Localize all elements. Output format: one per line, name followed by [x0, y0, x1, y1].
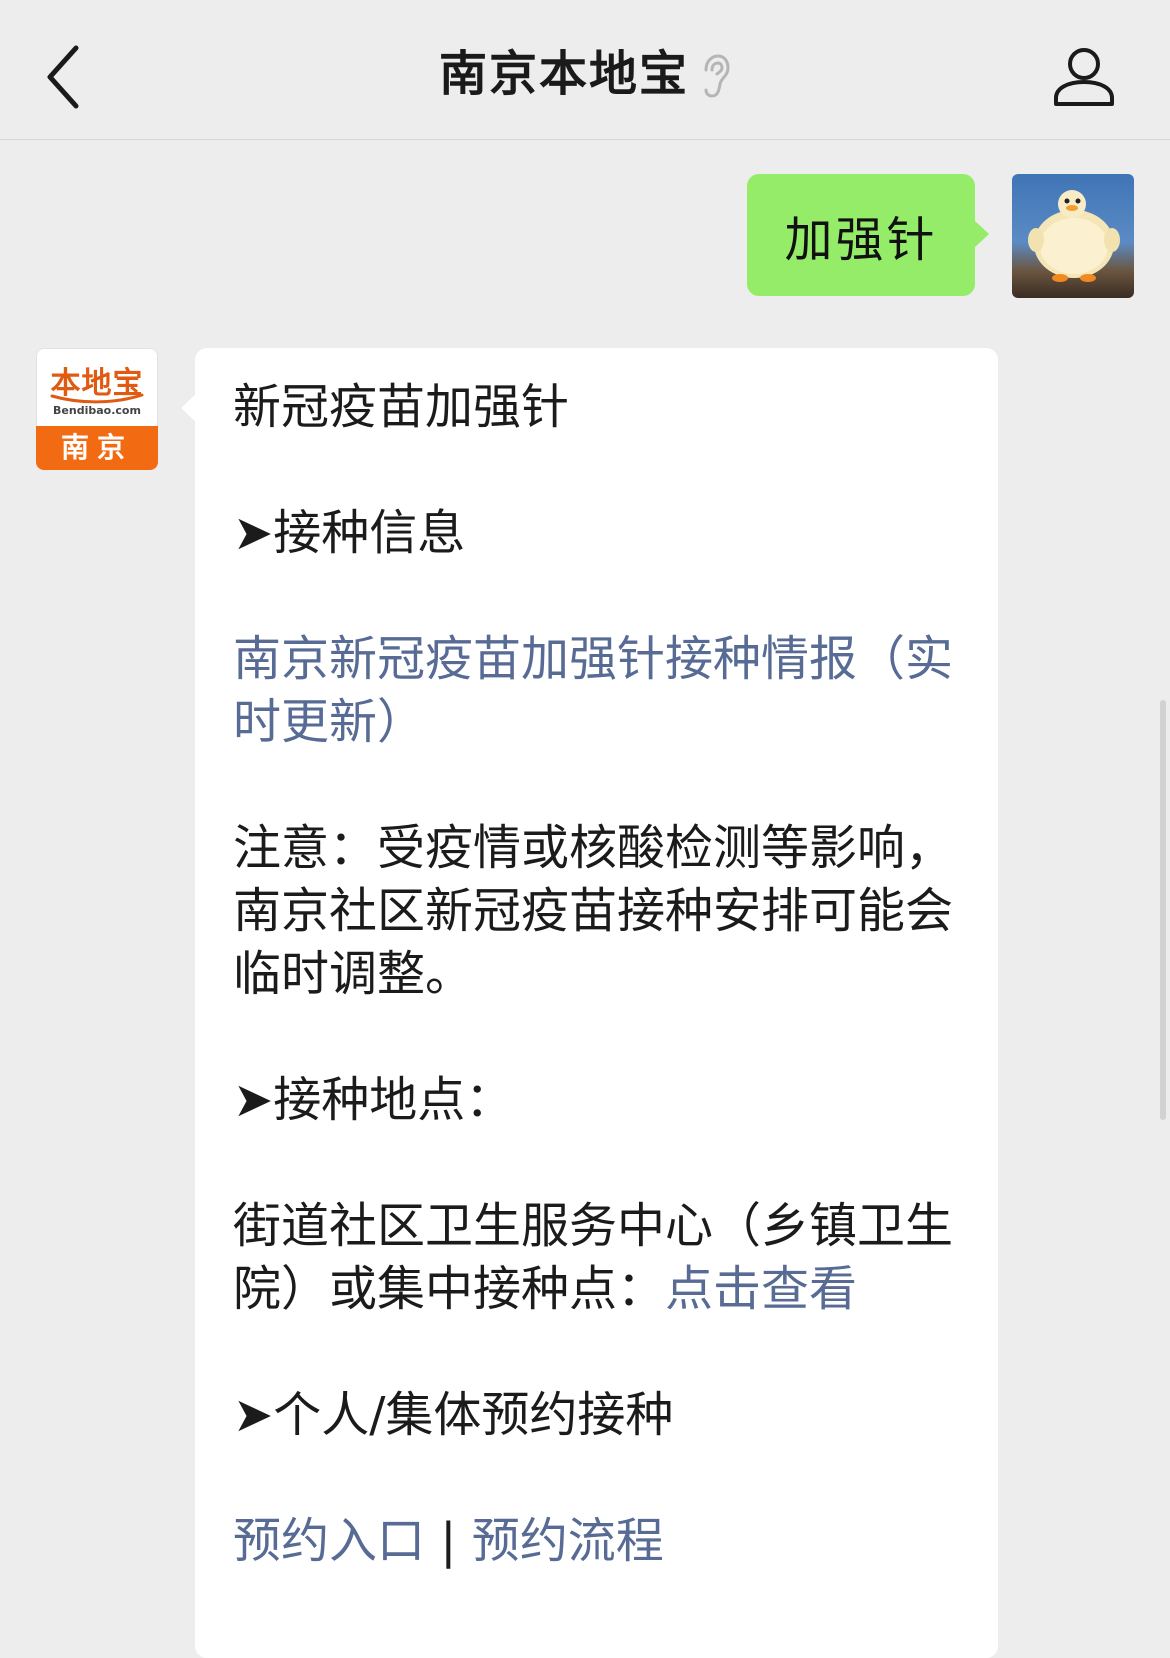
- bot-avatar-url: Bendibao.com: [53, 404, 141, 417]
- logo-swoosh-icon: [50, 393, 144, 404]
- appointment-entry-link[interactable]: 预约入口: [233, 1513, 425, 1569]
- view-location-link[interactable]: 点击查看: [665, 1261, 857, 1317]
- section-appointment: ➤个人/集体预约接种: [233, 1387, 674, 1443]
- section-location: ➤接种地点：: [233, 1072, 514, 1128]
- realtime-update-link[interactable]: 南京新冠疫苗加强针接种情报（实时更新）: [233, 628, 970, 754]
- outgoing-message-bubble[interactable]: 加强针: [747, 174, 989, 296]
- chat-title-wrap: 南京本地宝: [0, 38, 1170, 110]
- ear-icon: [704, 54, 730, 98]
- location-paragraph: 街道社区卫生服务中心（乡镇卫生院）或集中接种点：点击查看: [233, 1195, 970, 1321]
- user-avatar[interactable]: [1012, 174, 1134, 298]
- incoming-message-bubble: 新冠疫苗加强针 ➤接种信息 南京新冠疫苗加强针接种情报（实时更新） 注意：受疫情…: [181, 348, 998, 1658]
- link-separator: |: [440, 1513, 457, 1569]
- scrollbar[interactable]: [1160, 700, 1166, 1120]
- outgoing-message-text: 加强针: [784, 212, 938, 268]
- appointment-links: 预约入口 | 预约流程: [233, 1510, 970, 1573]
- appointment-process-link[interactable]: 预约流程: [472, 1513, 664, 1569]
- bot-avatar-city: 南京: [36, 426, 158, 470]
- top-bar: 南京本地宝: [0, 0, 1170, 140]
- section-vaccination-info: ➤接种信息: [233, 505, 466, 561]
- person-icon[interactable]: [1052, 44, 1116, 108]
- message-title: 新冠疫苗加强针: [233, 379, 570, 435]
- notice-text: 注意：受疫情或核酸检测等影响，南京社区新冠疫苗接种安排可能会临时调整。: [233, 820, 954, 1002]
- chat-title: 南京本地宝: [438, 46, 689, 102]
- plush-duck-image: [1028, 190, 1120, 282]
- bot-avatar[interactable]: 本地宝 Bendibao.com 南京: [36, 348, 158, 470]
